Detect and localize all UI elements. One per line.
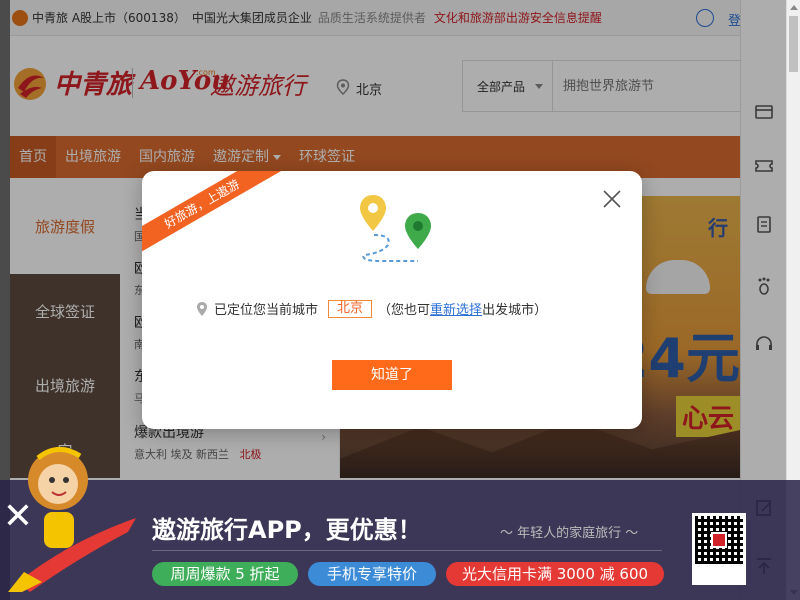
close-icon[interactable] (600, 187, 624, 211)
dialog-ribbon: 好旅游，上遨游 (142, 171, 286, 259)
location-message-suffix: 出发城市） (482, 303, 548, 318)
qr-logo-icon (711, 532, 727, 548)
location-message: 已定位您当前城市 北京 （您也可 重新选择 出发城市） (196, 299, 547, 318)
app-download-qr-code (692, 513, 746, 585)
reselect-city-link[interactable]: 重新选择 (430, 299, 482, 318)
map-pins-icon (360, 195, 431, 262)
monkey-mascot-icon (8, 447, 136, 592)
acknowledge-button[interactable]: 知道了 (332, 360, 452, 390)
promo-title: 遨游旅行APP，更优惠！ (152, 516, 422, 544)
detected-city-badge: 北京 (328, 299, 373, 318)
location-pin-icon (197, 301, 207, 316)
promo-pill-mobile-special[interactable]: 手机专享特价 (308, 562, 436, 586)
promo-pill-weekly-deal[interactable]: 周周爆款 5 折起 (152, 562, 298, 586)
qr-code-image (695, 516, 743, 564)
scroll-up-arrow-icon[interactable] (790, 5, 798, 10)
location-message-prefix: 已定位您当前城市 (214, 303, 319, 318)
promo-subtitle: ～ 年轻人的家庭旅行 ～ (500, 526, 639, 541)
promo-divider (152, 550, 662, 551)
location-message-mid: （您也可 (378, 303, 431, 318)
scrollbar-thumb[interactable] (789, 16, 798, 72)
city-location-dialog: 好旅游，上遨游 已定位您当前城市 北京 （您也可 重新选择 出发城市） 知道了 (142, 171, 642, 429)
promo-pill-credit-card[interactable]: 光大信用卡满 3000 减 600 (446, 562, 664, 586)
